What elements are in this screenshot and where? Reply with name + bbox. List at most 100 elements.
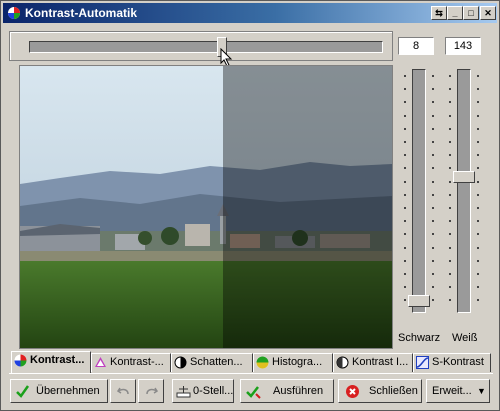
tab-label: S-Kontrast [432,356,484,368]
slider-tick [404,141,406,143]
slider-tick [432,141,434,143]
kontrast-automatik-window: Kontrast-Automatik ⇆ _ □ ✕ 8 143 Schwarz… [0,0,500,411]
slider-tick [404,127,406,130]
slider-tick [477,299,479,302]
slider-tick [432,220,434,223]
redo-button[interactable] [138,379,164,403]
slider-tick [404,101,406,104]
tab-histogramm[interactable]: Histogra... [253,353,333,372]
tab-strip: Kontrast... Kontrast-... Schatten... His… [11,351,491,373]
slider-tick [432,207,434,209]
slider-tick [432,127,434,130]
slider-tick [449,273,451,275]
slider-tick [477,88,479,91]
slider-tick [432,180,434,183]
tab-kontrast-auto[interactable]: Kontrast-... [91,353,171,372]
slider-tick [477,75,479,77]
zero-button[interactable]: 0-Stell... [172,379,234,403]
slider-tick [404,246,406,249]
slider-tick [432,233,434,236]
slider-tick [449,154,451,157]
slider-tick [432,88,434,91]
slider-tick [449,180,451,183]
slider-tick [432,286,434,289]
undo-button[interactable] [110,379,136,403]
slider-tick [404,180,406,183]
black-slider-thumb[interactable] [408,295,430,307]
run-check-icon [246,386,261,399]
slider-tick [449,141,451,143]
run-label: Ausführen [273,385,324,397]
close-button[interactable]: ✕ [480,6,496,20]
slider-tick [432,246,434,249]
run-button[interactable]: Ausführen [240,379,334,403]
slider-tick [477,220,479,223]
minimize-button[interactable]: _ [447,6,463,20]
slider-tick [477,246,479,249]
slider-tick [404,75,406,77]
zero-label: 0-Stell... [193,385,234,397]
slider-tick [404,233,406,236]
slider-tick [477,259,479,262]
black-slider-label: Schwarz [398,332,441,344]
tab-label: Kontrast I... [352,356,409,368]
slider-tick [477,207,479,209]
tab-schatten[interactable]: Schatten... [171,353,253,372]
slider-tick [432,259,434,262]
s-curve-icon [416,356,429,369]
close-dialog-button[interactable]: Schließen [338,379,422,403]
color-wheel-icon [14,354,27,367]
strength-slider-track[interactable] [29,41,383,53]
slider-tick [449,167,451,170]
black-slider-track[interactable] [412,69,426,313]
white-point-value[interactable]: 143 [445,37,481,55]
app-icon [8,7,20,19]
maximize-button[interactable]: □ [463,6,479,20]
extended-label: Erweit... [432,385,472,397]
pin-button[interactable]: ⇆ [431,6,447,20]
slider-tick [477,141,479,143]
slider-tick [449,299,451,302]
slider-tick [432,273,434,275]
dropdown-arrow-icon: ▼ [477,386,486,396]
title-bar[interactable]: Kontrast-Automatik ⇆ _ □ ✕ [3,3,497,23]
extended-button[interactable]: Erweit... ▼ [426,379,490,403]
tab-label: Kontrast... [30,354,85,366]
white-slider-track[interactable] [457,69,471,313]
slider-tick [477,167,479,170]
slider-tick [432,193,434,196]
tab-kontrast[interactable]: Kontrast... [11,351,91,373]
close-label: Schließen [369,385,418,397]
slider-tick [449,193,451,196]
redo-icon [146,387,159,395]
shadow-icon [174,356,187,369]
slider-tick [404,167,406,170]
scale-icon [176,386,191,398]
close-circle-icon [346,385,359,398]
apply-button[interactable]: Übernehmen [10,379,108,403]
slider-tick [477,127,479,130]
contrast-icon [336,356,349,369]
slider-tick [404,220,406,223]
slider-tick [404,299,406,302]
tab-label: Kontrast-... [110,356,164,368]
window-title: Kontrast-Automatik [25,6,138,20]
slider-tick [404,154,406,157]
slider-tick [432,101,434,104]
tab-s-kontrast[interactable]: S-Kontrast [413,353,491,372]
slider-tick [477,273,479,275]
slider-tick [404,88,406,91]
slider-tick [449,246,451,249]
tab-kontrast-i[interactable]: Kontrast I... [333,353,413,372]
apply-label: Übernehmen [36,385,100,397]
black-point-value[interactable]: 8 [398,37,434,55]
slider-tick [477,180,479,183]
maximize-icon: □ [468,8,474,18]
slider-tick [404,193,406,196]
image-preview [19,65,393,349]
slider-tick [404,273,406,275]
tab-label: Schatten... [190,356,243,368]
white-slider-thumb[interactable] [453,171,475,183]
checkmark-icon [16,385,30,398]
slider-tick [404,259,406,262]
